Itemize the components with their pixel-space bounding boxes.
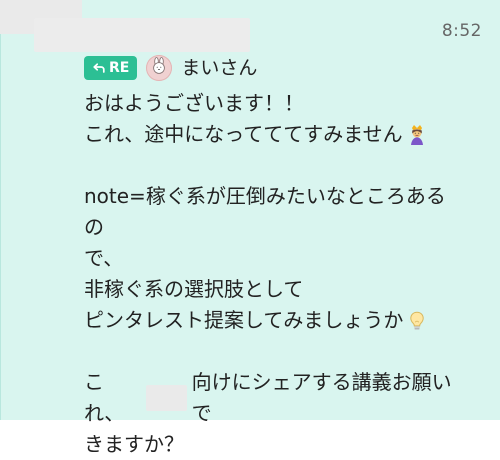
- message-line-3: [84, 150, 464, 181]
- message-timestamp: 8:52: [441, 21, 482, 41]
- screen: 8:52 RE まいさん おはようございます！！ これ、途中になってててすみませ…: [0, 0, 500, 456]
- rabbit-avatar-icon: [150, 57, 168, 79]
- message-line-5: で、: [84, 246, 124, 270]
- reply-arrow-icon: [92, 61, 106, 75]
- reply-sender-name: まいさん: [181, 57, 258, 79]
- message-line-1: おはようございます！！: [84, 91, 304, 115]
- message-line-10: きますか？: [84, 432, 184, 456]
- lightbulb-icon: [405, 309, 429, 333]
- avatar: [146, 55, 173, 81]
- message-body: おはようございます！！ これ、途中になってててすみません note=稼ぐ系が圧倒…: [84, 88, 464, 460]
- message-line-7: ピンタレスト提案してみましょうか: [84, 305, 464, 336]
- person-with-crown-icon: [405, 123, 429, 147]
- reply-badge-label: RE: [109, 60, 130, 76]
- message-line-6: 非稼ぐ系の選択肢として: [84, 277, 304, 301]
- redacted-sender-name: [34, 18, 250, 52]
- message-line-8: [84, 336, 464, 367]
- message-line-4: note=稼ぐ系が圧倒みたいなところあるの: [84, 184, 446, 239]
- redacted-recipient-text: [145, 385, 187, 411]
- message-line-2: これ、途中になってててすみません: [84, 119, 464, 150]
- reply-reference[interactable]: RE まいさん: [84, 55, 257, 81]
- reply-badge[interactable]: RE: [84, 56, 138, 80]
